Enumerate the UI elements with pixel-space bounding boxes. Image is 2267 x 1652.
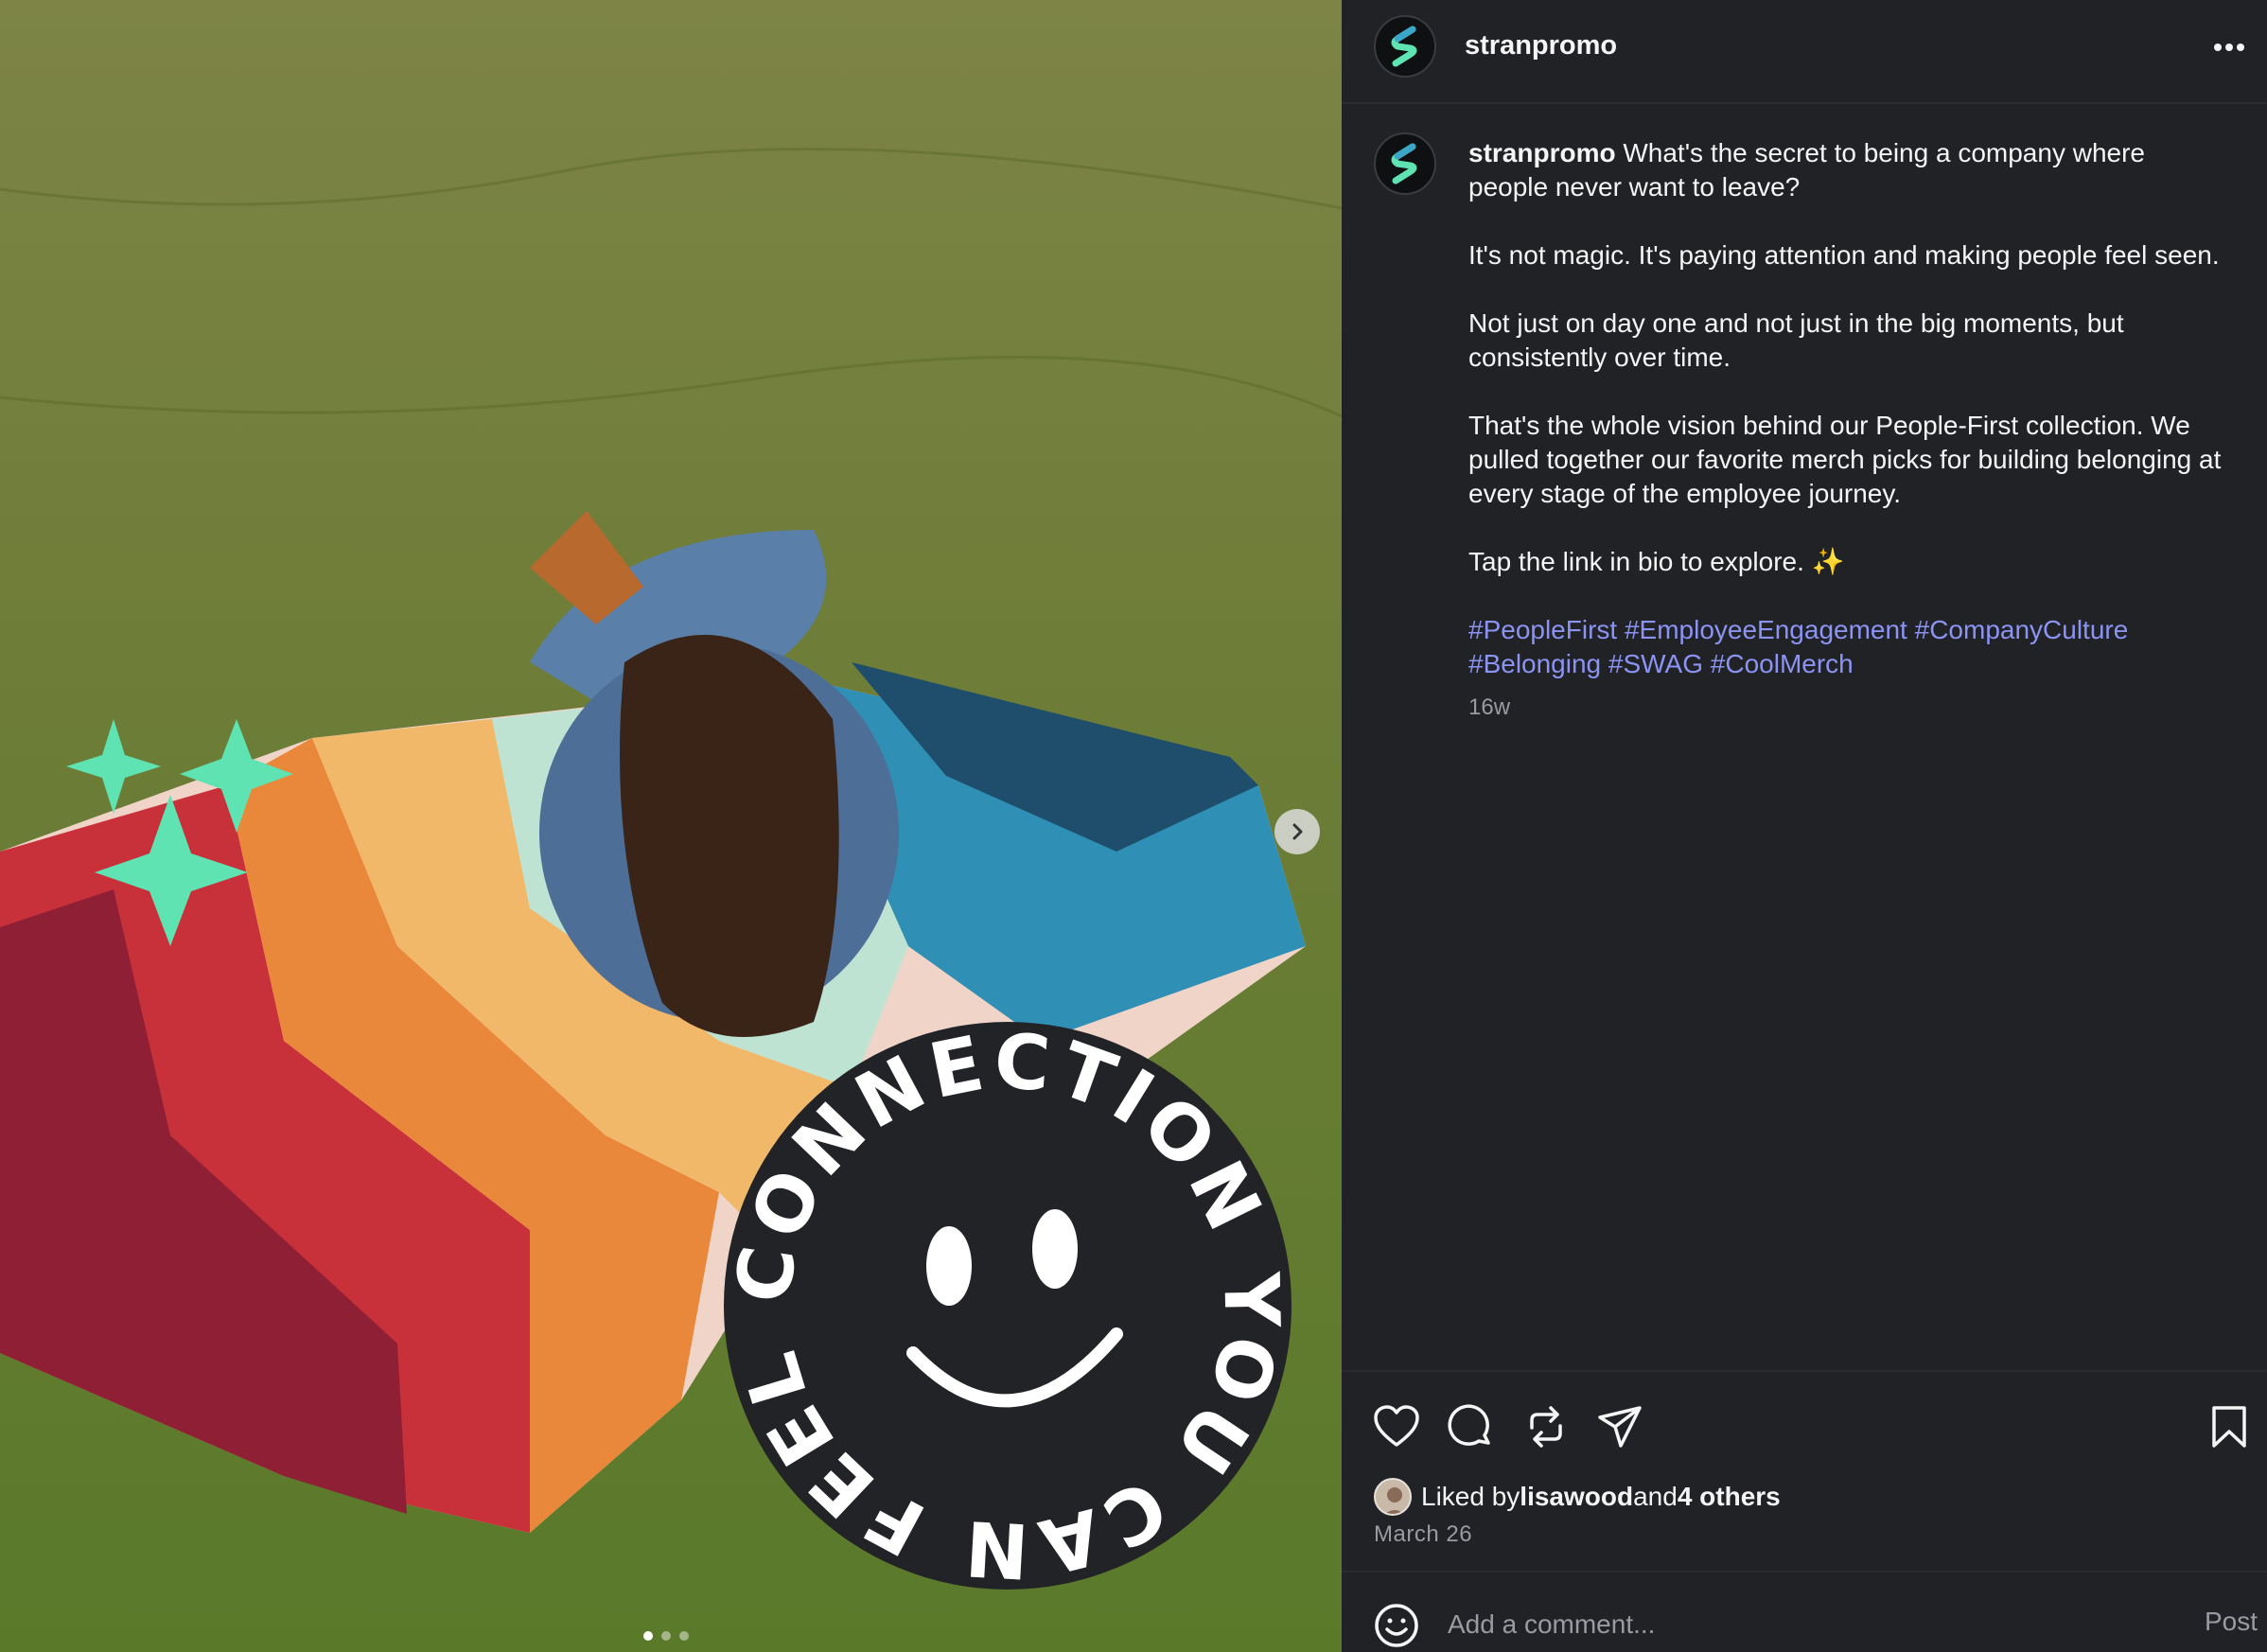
carousel-dot	[661, 1631, 671, 1641]
hashtag-link[interactable]: #CoolMerch	[1711, 649, 1854, 678]
liker-avatar[interactable]	[1374, 1478, 1412, 1516]
caption-avatar[interactable]	[1374, 132, 1436, 195]
post-date: March 26	[1374, 1521, 1473, 1547]
brand-logo-icon	[1391, 143, 1417, 185]
post-age[interactable]: 16w	[1468, 691, 2225, 725]
liked-by-and: and	[1633, 1482, 1678, 1511]
like-button[interactable]	[1370, 1400, 1423, 1453]
likes-others-link[interactable]: 4 others	[1678, 1482, 1781, 1512]
heart-icon	[1374, 1405, 1419, 1447]
carousel-dot	[643, 1631, 653, 1641]
hashtag-list: #PeopleFirst #EmployeeEngagement #Compan…	[1468, 613, 2225, 681]
more-horizontal-icon	[2214, 44, 2244, 51]
caption-paragraph: That's the whole vision behind our Peopl…	[1468, 411, 2222, 508]
user-avatar-icon	[1385, 1487, 1404, 1514]
emoji-icon	[1375, 1604, 1418, 1647]
likes-summary: Liked by lisawood and 4 others	[1374, 1478, 1781, 1516]
emoji-button[interactable]	[1374, 1603, 1419, 1648]
caption-paragraph: Not just on day one and not just in the …	[1468, 308, 2124, 372]
share-button[interactable]	[1593, 1400, 1646, 1453]
hashtag-link[interactable]: #CompanyCulture	[1915, 615, 2129, 644]
caption-paragraph: Tap the link in bio to explore. ✨	[1468, 547, 1845, 576]
comment-button[interactable]	[1444, 1400, 1497, 1453]
connection-badge: CONNECTION YOU CAN FEEL	[718, 1016, 1292, 1595]
post-comment-button[interactable]: Post	[2205, 1607, 2258, 1637]
comment-input[interactable]	[1448, 1601, 2110, 1648]
repost-button[interactable]	[1520, 1400, 1573, 1453]
avatar[interactable]	[1374, 15, 1436, 78]
comment-composer: Post	[1342, 1571, 2267, 1652]
hashtag-link[interactable]: #EmployeeEngagement	[1625, 615, 1907, 644]
comment-icon	[1448, 1404, 1490, 1446]
brand-logo-icon	[1391, 26, 1417, 67]
header-username[interactable]: stranpromo	[1465, 30, 1617, 62]
bookmark-icon	[2212, 1406, 2246, 1448]
post-header: stranpromo	[1342, 0, 2267, 104]
caption-username[interactable]: stranpromo	[1468, 138, 1616, 167]
hashtag-link[interactable]: #PeopleFirst	[1468, 615, 1617, 644]
send-icon	[1598, 1406, 1642, 1448]
more-options-button[interactable]	[2210, 28, 2248, 66]
carousel-indicator	[643, 1631, 689, 1641]
next-image-button[interactable]	[1274, 809, 1320, 854]
caption-paragraph: It's not magic. It's paying attention an…	[1468, 240, 2220, 270]
hashtag-link[interactable]: #Belonging	[1468, 649, 1601, 678]
post-actions: Liked by lisawood and 4 others March 26	[1342, 1370, 2267, 1569]
post-image[interactable]: CONNECTION YOU CAN FEEL	[0, 0, 1342, 1652]
repost-icon	[1530, 1406, 1562, 1448]
carousel-dot	[679, 1631, 689, 1641]
liked-by-prefix: Liked by	[1421, 1482, 1520, 1511]
liked-by-user-link[interactable]: lisawood	[1520, 1482, 1633, 1512]
chevron-right-icon	[1292, 823, 1303, 840]
post-photo: CONNECTION YOU CAN FEEL	[0, 0, 1342, 1652]
save-button[interactable]	[2203, 1400, 2256, 1453]
post-details-panel: stranpromo stranpromo What's the secret …	[1342, 0, 2267, 1652]
hashtag-link[interactable]: #SWAG	[1608, 649, 1703, 678]
caption-text: stranpromo What's the secret to being a …	[1468, 136, 2225, 725]
